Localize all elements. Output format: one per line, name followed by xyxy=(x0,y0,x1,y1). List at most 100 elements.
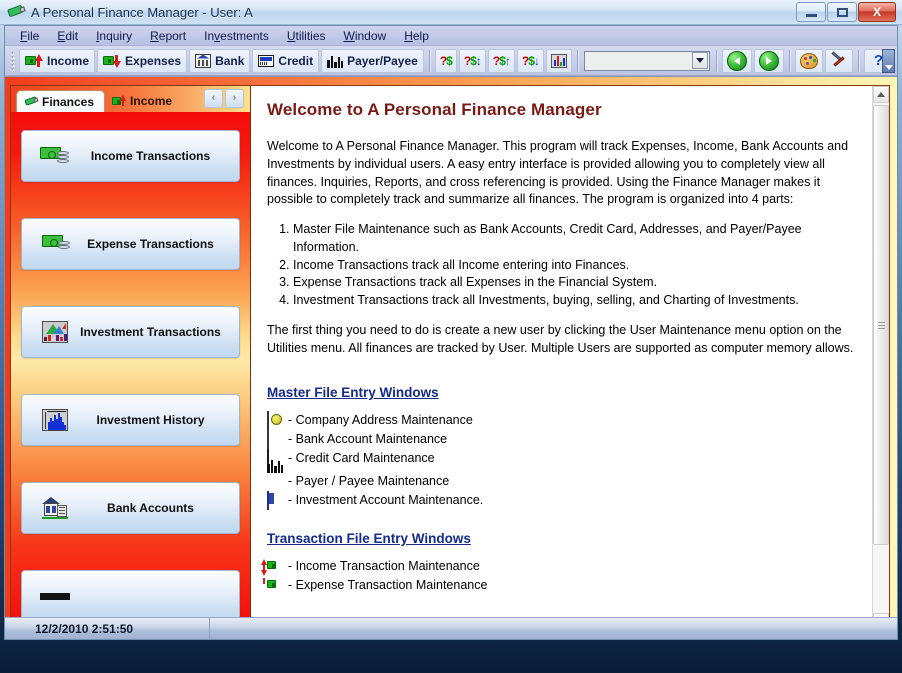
toolbar-expenses-button[interactable]: Expenses xyxy=(97,48,188,73)
chevron-down-icon[interactable] xyxy=(691,52,708,69)
investment-chart-icon xyxy=(34,321,76,343)
toolbar-bank-button[interactable]: Bank xyxy=(189,48,251,73)
menu-bar: File Edit Inquiry Report Investments Uti… xyxy=(5,26,897,46)
credit-card-icon xyxy=(267,449,284,469)
menu-item-window[interactable]: Window xyxy=(335,28,396,44)
menu-item-inquiry[interactable]: Inquiry xyxy=(87,28,141,44)
globe-address-icon xyxy=(267,411,284,431)
menu-item-help[interactable]: Help xyxy=(395,28,438,44)
intro-paragraph: Welcome to A Personal Finance Manager. T… xyxy=(267,139,849,207)
nav-button-investment-transactions[interactable]: Investment Transactions xyxy=(21,306,240,358)
toolbar-palette-button[interactable] xyxy=(794,48,823,73)
cash-hand-icon xyxy=(34,145,76,167)
toolbar-payer-payee-label: Payer/Payee xyxy=(347,53,418,68)
chevron-right-icon: › xyxy=(232,92,237,104)
toolbar-separator-4 xyxy=(788,49,790,72)
tab-finances[interactable]: Finances xyxy=(16,90,106,112)
menu-item-utilities[interactable]: Utilities xyxy=(278,28,335,44)
money-up-icon xyxy=(25,53,43,69)
nav-button-bank-accounts-label: Bank Accounts xyxy=(107,501,194,515)
status-bar: 12/2/2010 2:51:50 xyxy=(5,617,897,639)
toolbar-tools-button[interactable] xyxy=(824,48,853,73)
nav-button-expense-transactions[interactable]: Expense Transactions xyxy=(21,218,240,270)
scroll-down-button[interactable] xyxy=(873,613,889,617)
toolbar-grip[interactable] xyxy=(11,50,15,71)
list-item: - Income Transaction Maintenance xyxy=(261,558,858,573)
maximize-button[interactable] xyxy=(827,2,857,22)
money-up-icon xyxy=(261,558,284,573)
green-forward-arrow-icon xyxy=(758,50,779,71)
application-window: A Personal Finance Manager - User: A X F… xyxy=(0,0,902,673)
toolbar-credit-button[interactable]: Credit xyxy=(252,48,320,73)
scrollbar-grip-icon xyxy=(877,320,885,331)
mdi-child-window: Finances Income ‹ › Income Transactions … xyxy=(10,85,890,617)
chevron-left-icon: ‹ xyxy=(211,92,216,104)
credit-card-icon xyxy=(258,54,275,67)
master-item-label: - Bank Account Maintenance xyxy=(288,431,448,446)
menu-item-investments[interactable]: Investments xyxy=(195,28,278,44)
nav-button-income-transactions[interactable]: Income Transactions xyxy=(21,130,240,182)
toolbar-income-button[interactable]: Income xyxy=(19,48,96,73)
scrollbar-track[interactable] xyxy=(873,103,889,613)
page-title: Welcome to A Personal Finance Manager xyxy=(267,100,602,119)
toolbar-overflow-icon[interactable] xyxy=(882,49,895,73)
tools-icon xyxy=(830,50,848,69)
list-item: Income Transactions track all Income ent… xyxy=(293,257,858,275)
toolbar-back-button[interactable] xyxy=(721,48,752,73)
toolbar-query-dollar-out-button[interactable]: ?$↓ xyxy=(516,48,544,73)
toolbar-payer-payee-button[interactable]: Payer/Payee xyxy=(321,48,424,73)
master-item-label: - Payer / Payee Maintenance xyxy=(288,473,450,488)
tab-next-button[interactable]: › xyxy=(225,89,244,108)
user-note-paragraph: The first thing you need to do is create… xyxy=(267,322,854,355)
query-dollar-up-icon: ?$↕ xyxy=(463,53,482,68)
menu-item-file[interactable]: File xyxy=(11,28,48,44)
navigation-button-list: Income Transactions Expense Transactions xyxy=(11,112,250,617)
money-up-icon xyxy=(112,94,127,108)
bank-icon xyxy=(195,53,212,68)
list-item: - Payer / Payee Maintenance xyxy=(267,460,858,488)
tab-finances-label: Finances xyxy=(42,94,95,109)
list-item: Expense Transactions track all Expenses … xyxy=(293,274,858,292)
nav-button-bank-accounts[interactable]: Bank Accounts xyxy=(21,482,240,534)
money-down-icon xyxy=(261,570,284,592)
window-controls: X xyxy=(796,2,896,22)
tab-prev-button[interactable]: ‹ xyxy=(204,89,223,108)
history-chart-icon xyxy=(34,409,76,431)
toolbar-forward-button[interactable] xyxy=(753,48,784,73)
palette-icon xyxy=(799,52,818,69)
nav-button-expense-transactions-label: Expense Transactions xyxy=(87,237,214,251)
toolbar-query-dollar-both-button[interactable]: ?$↕ xyxy=(458,48,486,73)
toolbar: Income Expenses Bank Credit Payer/Payee … xyxy=(5,46,897,76)
toolbar-credit-label: Credit xyxy=(278,53,314,68)
toolbar-chart-button[interactable] xyxy=(545,48,572,73)
finance-pen-icon xyxy=(7,3,26,21)
nav-button-investment-history[interactable]: Investment History xyxy=(21,394,240,446)
nav-button-partial[interactable] xyxy=(21,570,240,617)
scroll-up-button[interactable] xyxy=(873,86,889,103)
status-datetime: 12/2/2010 2:51:50 xyxy=(5,618,210,639)
list-item: - Investment Account Maintenance. xyxy=(267,491,858,511)
toolbar-query-dollar-in-button[interactable]: ?$↑ xyxy=(487,48,515,73)
bank-building-icon xyxy=(34,497,76,519)
menu-item-edit[interactable]: Edit xyxy=(48,28,87,44)
list-item: Master File Maintenance such as Bank Acc… xyxy=(293,221,858,257)
toolbar-income-label: Income xyxy=(47,53,90,68)
toolbar-combo-box[interactable] xyxy=(583,50,710,71)
scrollbar-thumb[interactable] xyxy=(873,105,889,545)
toolbar-query-dollar-button[interactable]: ?$ xyxy=(434,48,457,73)
tab-income[interactable]: Income xyxy=(105,90,182,112)
transaction-item-label: - Expense Transaction Maintenance xyxy=(288,577,488,592)
toolbar-separator-2 xyxy=(576,49,578,72)
query-dollar-out-icon: ?$↓ xyxy=(521,53,540,68)
master-file-heading: Master File Entry Windows xyxy=(267,385,439,401)
master-item-label: - Company Address Maintenance xyxy=(288,412,473,427)
list-item: - Company Address Maintenance xyxy=(267,411,858,431)
title-bar: A Personal Finance Manager - User: A X xyxy=(0,0,902,25)
minimize-button[interactable] xyxy=(796,2,826,22)
close-button[interactable]: X xyxy=(858,2,896,22)
menu-item-report[interactable]: Report xyxy=(141,28,195,44)
status-spacer xyxy=(210,618,897,639)
partial-icon xyxy=(34,592,76,600)
city-skyline-icon xyxy=(327,54,344,68)
document-scrollbar[interactable] xyxy=(872,86,889,617)
